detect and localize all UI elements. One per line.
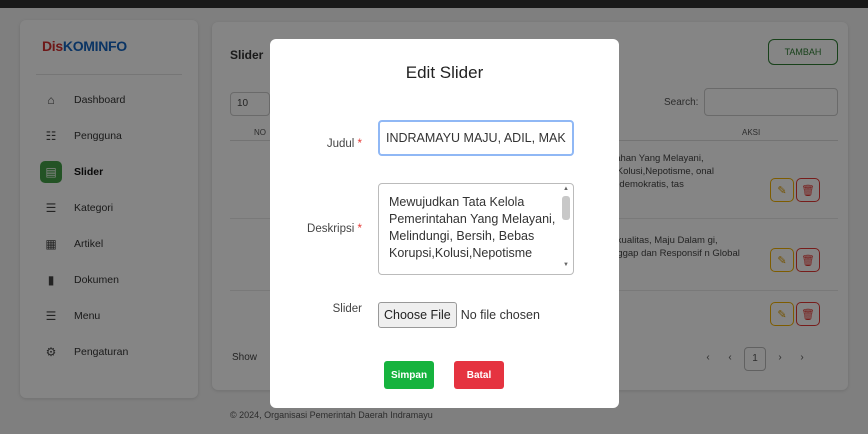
scrollbar-thumb[interactable] bbox=[562, 196, 570, 220]
judul-input[interactable] bbox=[378, 120, 574, 156]
cancel-button[interactable]: Batal bbox=[454, 361, 504, 389]
save-button[interactable]: Simpan bbox=[384, 361, 434, 389]
slider-label: Slider bbox=[332, 303, 362, 315]
edit-slider-modal: Edit Slider Judul * Deskripsi * Mewujudk… bbox=[270, 39, 619, 408]
deskripsi-text: Mewujudkan Tata Kelola Pemerintahan Yang… bbox=[389, 195, 556, 260]
deskripsi-textarea[interactable]: Mewujudkan Tata Kelola Pemerintahan Yang… bbox=[378, 183, 574, 275]
required-mark: * bbox=[357, 223, 362, 235]
judul-label: Judul * bbox=[326, 138, 362, 150]
file-status-text: No file chosen bbox=[460, 308, 540, 322]
scroll-up-arrow-icon[interactable]: ▲ bbox=[561, 186, 571, 196]
required-mark: * bbox=[357, 138, 362, 150]
textarea-scrollbar[interactable]: ▲ ▼ bbox=[561, 186, 571, 272]
choose-file-button[interactable]: Choose File bbox=[378, 302, 457, 328]
deskripsi-label: Deskripsi * bbox=[307, 223, 362, 235]
scroll-down-arrow-icon[interactable]: ▼ bbox=[561, 262, 571, 272]
modal-title: Edit Slider bbox=[405, 63, 484, 82]
slider-file-input[interactable]: Choose File No file chosen bbox=[378, 302, 578, 328]
